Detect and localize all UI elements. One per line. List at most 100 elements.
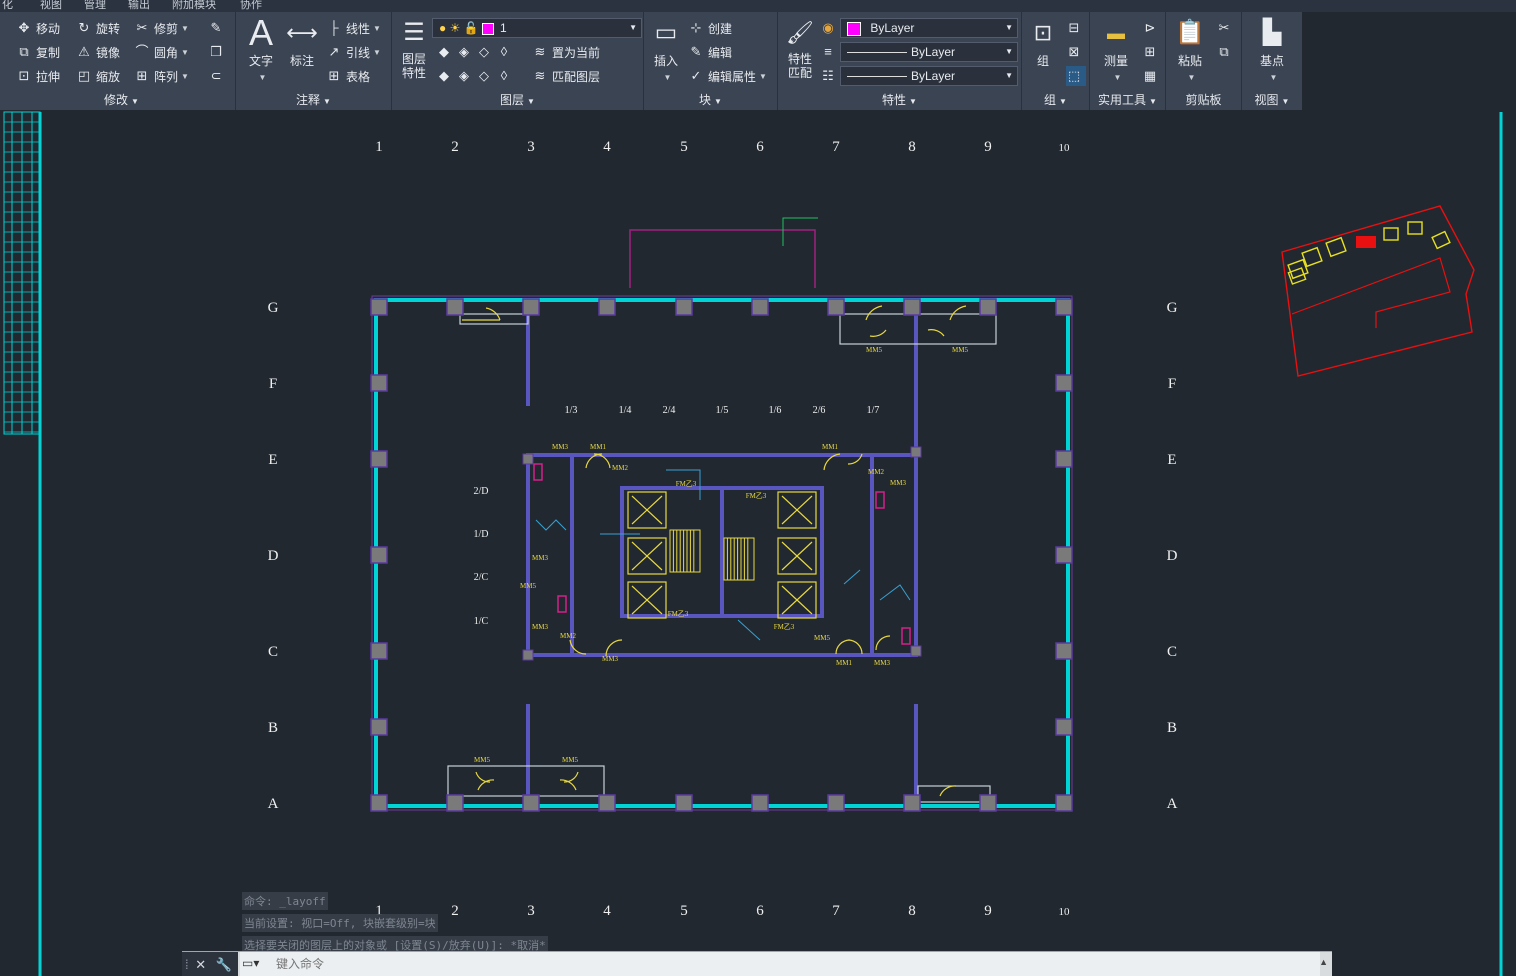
layer-off-icon[interactable]: ◆ bbox=[436, 44, 452, 60]
erase-button[interactable]: ✎ bbox=[208, 18, 228, 38]
panel-title-block[interactable]: 块 ▼ bbox=[644, 92, 777, 108]
basepoint-icon: ▙ bbox=[1262, 19, 1282, 46]
panel-title-annotation[interactable]: 注释 ▼ bbox=[236, 92, 391, 108]
layer-properties-button[interactable]: ☰ 图层 特性 bbox=[394, 16, 434, 80]
grip-handle-icon[interactable]: ⁞ bbox=[185, 957, 189, 972]
group-select-icon[interactable]: ⬚ bbox=[1066, 66, 1086, 86]
chevron-up-icon[interactable]: ▲ bbox=[1319, 957, 1328, 967]
fillet-button[interactable]: ⌒ 圆角 ▼ bbox=[134, 42, 189, 62]
panel-title-text: 实用工具 bbox=[1098, 93, 1147, 107]
layer-isolate-icon[interactable]: ◈ bbox=[456, 44, 472, 60]
flag-icon bbox=[1356, 236, 1376, 248]
match-properties-button[interactable]: 🖌 特性 匹配 bbox=[782, 16, 818, 80]
offset-button[interactable]: ⊂ bbox=[208, 66, 228, 86]
scale-button[interactable]: ◰ 缩放 bbox=[76, 66, 120, 86]
sub-column-label: 1/5 bbox=[716, 405, 729, 416]
move-button[interactable]: ✥ 移动 bbox=[16, 18, 60, 38]
explode-button[interactable]: ❒ bbox=[208, 42, 228, 62]
structural-column bbox=[446, 298, 464, 316]
copy-clip-icon[interactable]: ⧉ bbox=[1216, 42, 1236, 62]
core-column bbox=[910, 645, 922, 657]
layer-on-icon[interactable]: ◆ bbox=[436, 68, 452, 84]
insert-button[interactable]: ▭ 插入 ▼ bbox=[648, 16, 684, 83]
chevron-down-icon[interactable]: ▼ bbox=[373, 24, 381, 33]
menu-item-manage[interactable]: 管理 bbox=[84, 0, 106, 12]
command-prompt-icon[interactable]: ▭▾ bbox=[242, 956, 259, 970]
set-current-button[interactable]: ≋ 置为当前 bbox=[532, 42, 600, 62]
panel-title-utilities[interactable]: 实用工具 ▼ bbox=[1090, 92, 1165, 108]
lineweight-dropdown[interactable]: ByLayer ▼ bbox=[840, 42, 1018, 62]
command-input[interactable] bbox=[240, 952, 1320, 976]
chevron-down-icon[interactable]: ▼ bbox=[181, 48, 189, 57]
wrench-icon[interactable]: 🔧 bbox=[216, 957, 232, 972]
linetype-icon[interactable]: ☷ bbox=[820, 66, 840, 86]
layer-thaw-icon[interactable]: ◇ bbox=[476, 68, 492, 84]
menu-bar: 化 视图 管理 输出 附加模块 协作 bbox=[0, 0, 1516, 12]
lineweight-icon[interactable]: ≡ bbox=[820, 42, 840, 62]
edit-attributes-button[interactable]: ✓ 编辑属性 ▼ bbox=[688, 66, 767, 86]
linear-label: 线性 bbox=[346, 21, 371, 36]
move-label: 移动 bbox=[36, 21, 61, 36]
chevron-down-icon: ▼ bbox=[663, 73, 672, 82]
menu-item-output[interactable]: 输出 bbox=[128, 0, 150, 12]
panel-title-text: 视图 bbox=[1254, 93, 1279, 107]
create-label: 创建 bbox=[708, 21, 733, 36]
edit-attr-label: 编辑属性 bbox=[708, 69, 757, 84]
copy-button[interactable]: ⧉ 复制 bbox=[16, 42, 60, 62]
paste-label: 粘贴 bbox=[1177, 54, 1202, 68]
select-all-icon[interactable]: ⊞ bbox=[1142, 42, 1162, 62]
create-block-button[interactable]: ⊹ 创建 bbox=[688, 18, 732, 38]
autocad-window: 化 视图 管理 输出 附加模块 协作 ✥ 移动 ↻ 旋转 ✂ 修剪 ▼ ✎ ⧉ 复制 ⚠ 镜… bbox=[0, 0, 1516, 976]
ungroup-icon[interactable]: ⊟ bbox=[1066, 18, 1086, 38]
mirror-button[interactable]: ⚠ 镜像 bbox=[76, 42, 120, 62]
chevron-down-icon[interactable]: ▼ bbox=[759, 72, 767, 81]
color-dropdown[interactable]: ByLayer ▼ bbox=[840, 18, 1018, 38]
layer-dropdown[interactable]: ● ☀ 🔓 1 ▼ bbox=[432, 18, 642, 38]
trim-button[interactable]: ✂ 修剪 ▼ bbox=[134, 18, 189, 38]
color-wheel-icon[interactable]: ◉ bbox=[820, 18, 840, 38]
linear-button[interactable]: ├ 线性 ▼ bbox=[326, 18, 381, 38]
group-button[interactable]: ⊡ 组 bbox=[1026, 16, 1060, 69]
leader-button[interactable]: ↗ 引线 ▼ bbox=[326, 42, 381, 62]
chevron-down-icon[interactable]: ▼ bbox=[373, 48, 381, 57]
chevron-down-icon[interactable]: ▼ bbox=[181, 72, 189, 81]
panel-title-modify[interactable]: 修改 ▼ bbox=[8, 92, 235, 108]
quick-select-icon[interactable]: ⊳ bbox=[1142, 18, 1162, 38]
group-edit-icon[interactable]: ⊠ bbox=[1066, 42, 1086, 62]
drawing-canvas[interactable]: 1 1 2 2 3 3 4 4 5 5 6 6 7 7 8 8 9 9 10 10 G G F F E E D D C C B B A A 1/3… bbox=[0, 51, 1516, 976]
layer-unlock-icon[interactable]: ◊ bbox=[496, 68, 512, 84]
match-layer-button[interactable]: ≋ 匹配图层 bbox=[532, 66, 600, 86]
menu-item-addins[interactable]: 附加模块 bbox=[172, 0, 216, 12]
close-icon[interactable]: ✕ bbox=[195, 957, 206, 972]
basepoint-button[interactable]: ▙ 基点 ▼ bbox=[1250, 16, 1294, 83]
panel-title-properties[interactable]: 特性 ▼ bbox=[778, 92, 1021, 108]
calculator-icon[interactable]: ▦ bbox=[1142, 66, 1162, 86]
dimension-button[interactable]: ⟷ 标注 bbox=[284, 16, 320, 69]
layer-lock-icon[interactable]: ◊ bbox=[496, 44, 512, 60]
layer-unisolate-icon[interactable]: ◈ bbox=[456, 68, 472, 84]
measure-button[interactable]: ▬ 测量 ▼ bbox=[1094, 16, 1138, 83]
edit-block-button[interactable]: ✎ 编辑 bbox=[688, 42, 732, 62]
grid-row-label: B bbox=[268, 720, 278, 736]
chevron-down-icon: ▼ bbox=[1005, 71, 1013, 80]
stretch-button[interactable]: ⊡ 拉伸 bbox=[16, 66, 60, 86]
paste-button[interactable]: 📋 粘贴 ▼ bbox=[1170, 16, 1210, 83]
room-tag: MM1 bbox=[822, 443, 838, 451]
text-button[interactable]: A 文字 ▼ bbox=[244, 15, 278, 83]
panel-title-layers[interactable]: 图层 ▼ bbox=[392, 92, 643, 108]
panel-title-groups[interactable]: 组 ▼ bbox=[1022, 92, 1089, 108]
structural-column bbox=[675, 298, 693, 316]
menu-item[interactable]: 化 bbox=[2, 0, 13, 12]
linetype-dropdown[interactable]: ByLayer ▼ bbox=[840, 66, 1018, 86]
table-button[interactable]: ⊞ 表格 bbox=[326, 66, 370, 86]
trim-label: 修剪 bbox=[154, 21, 179, 36]
grid-column-label: 7 bbox=[832, 903, 840, 919]
menu-item-collaborate[interactable]: 协作 bbox=[240, 0, 262, 12]
chevron-down-icon[interactable]: ▼ bbox=[181, 24, 189, 33]
menu-item-view[interactable]: 视图 bbox=[40, 0, 62, 12]
array-button[interactable]: ⊞ 阵列 ▼ bbox=[134, 66, 189, 86]
layer-freeze-icon[interactable]: ◇ bbox=[476, 44, 492, 60]
cut-icon[interactable]: ✂ bbox=[1216, 18, 1236, 38]
rotate-button[interactable]: ↻ 旋转 bbox=[76, 18, 120, 38]
panel-title-view[interactable]: 视图 ▼ bbox=[1242, 92, 1302, 108]
